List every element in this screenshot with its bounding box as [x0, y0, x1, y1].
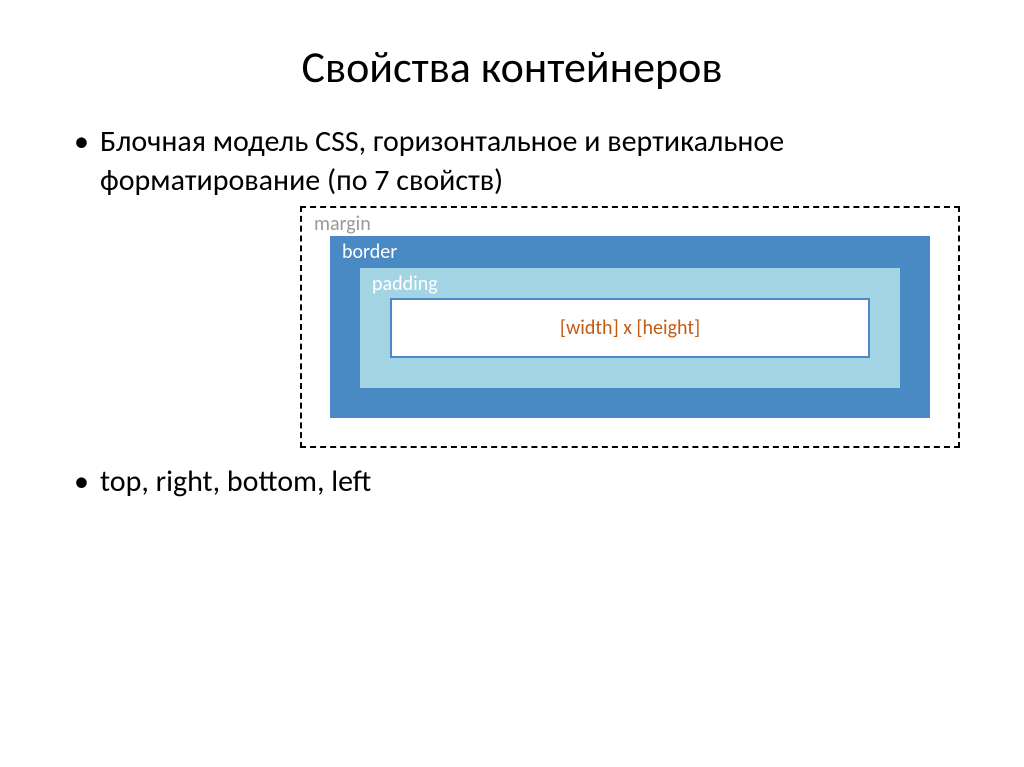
bullet-item-first: Блочная модель CSS, горизонтальное и вер… — [70, 122, 964, 200]
border-label: border — [342, 240, 397, 264]
box-model-diagram: margin border padding [width] x [height] — [300, 206, 964, 448]
bullet-list: Блочная модель CSS, горизонтальное и вер… — [60, 122, 964, 200]
padding-layer: padding [width] x [height] — [360, 268, 900, 388]
padding-label: padding — [372, 272, 438, 296]
margin-label: margin — [314, 212, 371, 236]
margin-layer: margin border padding [width] x [height] — [300, 206, 960, 448]
bullet-list-2: top, right, bottom, left — [60, 462, 964, 501]
content-label: [width] x [height] — [560, 316, 700, 340]
content-layer: [width] x [height] — [390, 298, 870, 358]
bullet-item-second: top, right, bottom, left — [70, 462, 964, 501]
slide-title: Свойства контейнеров — [60, 40, 964, 94]
border-layer: border padding [width] x [height] — [330, 236, 930, 418]
